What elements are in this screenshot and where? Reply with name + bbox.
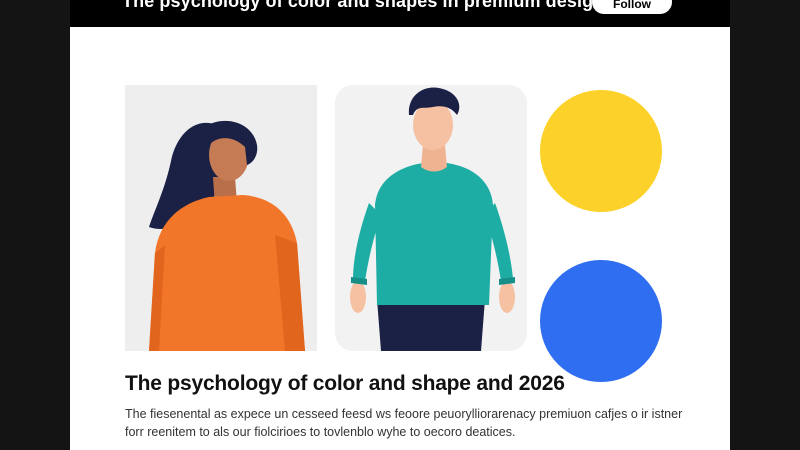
blue-circle-icon (540, 260, 662, 382)
article-title: The psychology of color and shape and 20… (125, 372, 565, 395)
man-figure-icon (350, 87, 515, 351)
yellow-circle-icon (540, 90, 662, 212)
woman-illustration (125, 85, 317, 351)
article-body: The fiesenental as expece un cesseed fee… (125, 405, 685, 441)
article-card: The psychology of color and shape and 20… (70, 27, 730, 450)
header-bar: The psychology of color and shapes in pr… (70, 0, 730, 27)
header-title: The psychology of color and shapes in pr… (122, 0, 605, 11)
screen: The psychology of color and shapes in pr… (0, 0, 800, 450)
follow-button[interactable]: Follow (592, 0, 672, 14)
man-illustration (335, 85, 527, 351)
article-body-line: forr reenitem to als our fiolcirioes to … (125, 425, 516, 439)
article-body-line: The fiesenental as expece un cesseed fee… (125, 407, 683, 421)
woman-figure-icon (149, 120, 305, 351)
